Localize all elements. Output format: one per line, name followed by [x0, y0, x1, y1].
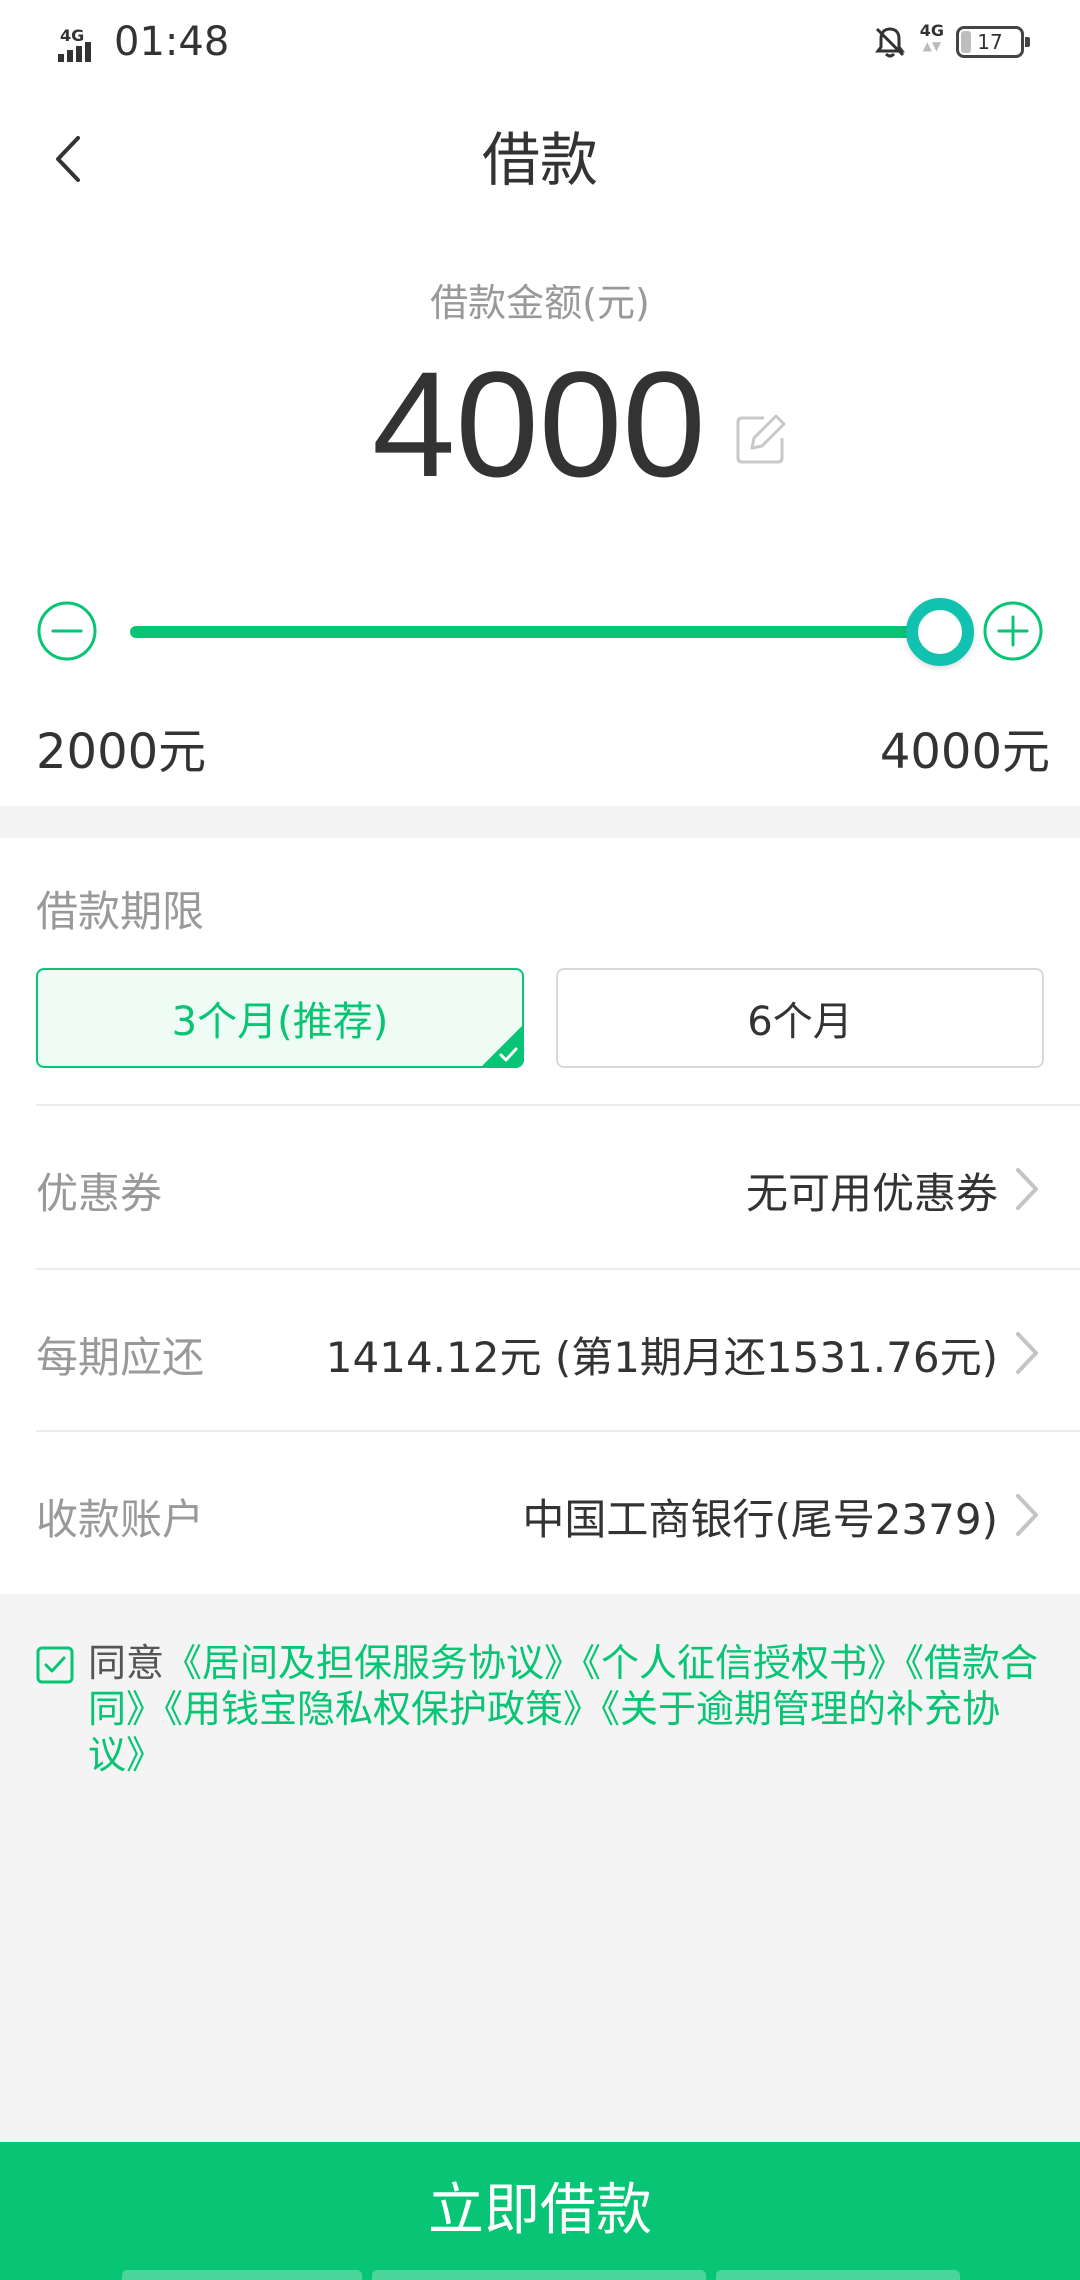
plus-circle-icon [983, 601, 1043, 661]
status-left: 4G 01:48 [58, 18, 229, 66]
amount-section: 借款金额(元) 4000 2000元 4000元 [0, 234, 1080, 806]
battery-level: 17 [977, 30, 1003, 54]
battery-icon: 17 [956, 26, 1030, 58]
edit-icon [736, 414, 786, 464]
amount-slider-thumb[interactable] [906, 598, 974, 666]
agreement-link[interactable]: 《居间及担保服务协议》 [164, 1641, 582, 1685]
network-type-right: 4G [919, 21, 944, 40]
agreement-link[interactable]: 《个人征信授权书》 [582, 1641, 905, 1685]
amount-value: 4000 [372, 340, 706, 508]
status-time: 01:48 [114, 19, 230, 65]
increase-amount-button[interactable] [982, 600, 1044, 662]
account-label: 收款账户 [36, 1495, 205, 1544]
account-row[interactable]: 收款账户 中国工商银行(尾号2379) [36, 1430, 1080, 1594]
agreement: 同意《居间及担保服务协议》《个人征信授权书》《借款合同》《用钱宝隐私权保护政策》… [36, 1640, 1044, 1778]
coupon-label: 优惠券 [36, 1169, 163, 1218]
amount-slider-track[interactable] [130, 626, 950, 638]
status-right: 4G ▲▼ 17 [872, 21, 1030, 62]
installment-label: 每期应还 [36, 1333, 205, 1382]
agreement-prefix: 同意 [88, 1641, 165, 1685]
network-icon: 4G ▲▼ [919, 21, 944, 53]
page-title: 借款 [481, 126, 598, 194]
chevron-right-icon [1016, 1168, 1038, 1210]
coupon-value: 无可用优惠券 [745, 1169, 998, 1218]
installment-row[interactable]: 每期应还 1414.12元 (第1期月还1531.76元) [36, 1268, 1080, 1432]
chevron-right-icon [1016, 1332, 1038, 1374]
installment-value: 1414.12元 (第1期月还1531.76元) [325, 1333, 998, 1382]
amount-label: 借款金额(元) [430, 281, 650, 325]
agreement-checkbox[interactable] [36, 1646, 74, 1684]
amount-slider-fill [130, 626, 940, 638]
account-value: 中国工商银行(尾号2379) [522, 1495, 998, 1544]
edit-amount-button[interactable] [734, 412, 788, 466]
bottom-edge [0, 2266, 1080, 2280]
agreement-text: 同意《居间及担保服务协议》《个人征信授权书》《借款合同》《用钱宝隐私权保护政策》… [88, 1640, 1044, 1778]
borrow-now-button[interactable]: 立即借款 [0, 2142, 1080, 2280]
term-option-label: 3个月(推荐) [171, 999, 389, 1045]
term-option-label: 6个月 [747, 999, 853, 1045]
slider-min-label: 2000元 [36, 724, 207, 780]
chevron-right-icon [1016, 1494, 1038, 1536]
term-option-3-months[interactable]: 3个月(推荐) [36, 968, 524, 1068]
slider-max-label: 4000元 [879, 724, 1050, 780]
agreement-link[interactable]: 《用钱宝隐私权保护政策》 [164, 1687, 601, 1731]
term-label: 借款期限 [36, 887, 205, 936]
minus-circle-icon [37, 601, 97, 661]
signal-icon: 4G [58, 26, 106, 66]
decrease-amount-button[interactable] [36, 600, 98, 662]
coupon-row[interactable]: 优惠券 无可用优惠券 [36, 1104, 1080, 1268]
check-corner-icon [482, 1026, 522, 1066]
term-option-6-months[interactable]: 6个月 [556, 968, 1044, 1068]
loan-details: 借款期限 3个月(推荐) 6个月 优惠券 无可用优惠券 每期应还 1414.12… [0, 838, 1080, 1594]
amount-row: 4000 [0, 344, 1080, 504]
status-bar: 4G 01:48 4G ▲▼ 17 [0, 0, 1080, 84]
nav-bar: 借款 [0, 84, 1080, 234]
bell-mute-icon [874, 27, 905, 58]
